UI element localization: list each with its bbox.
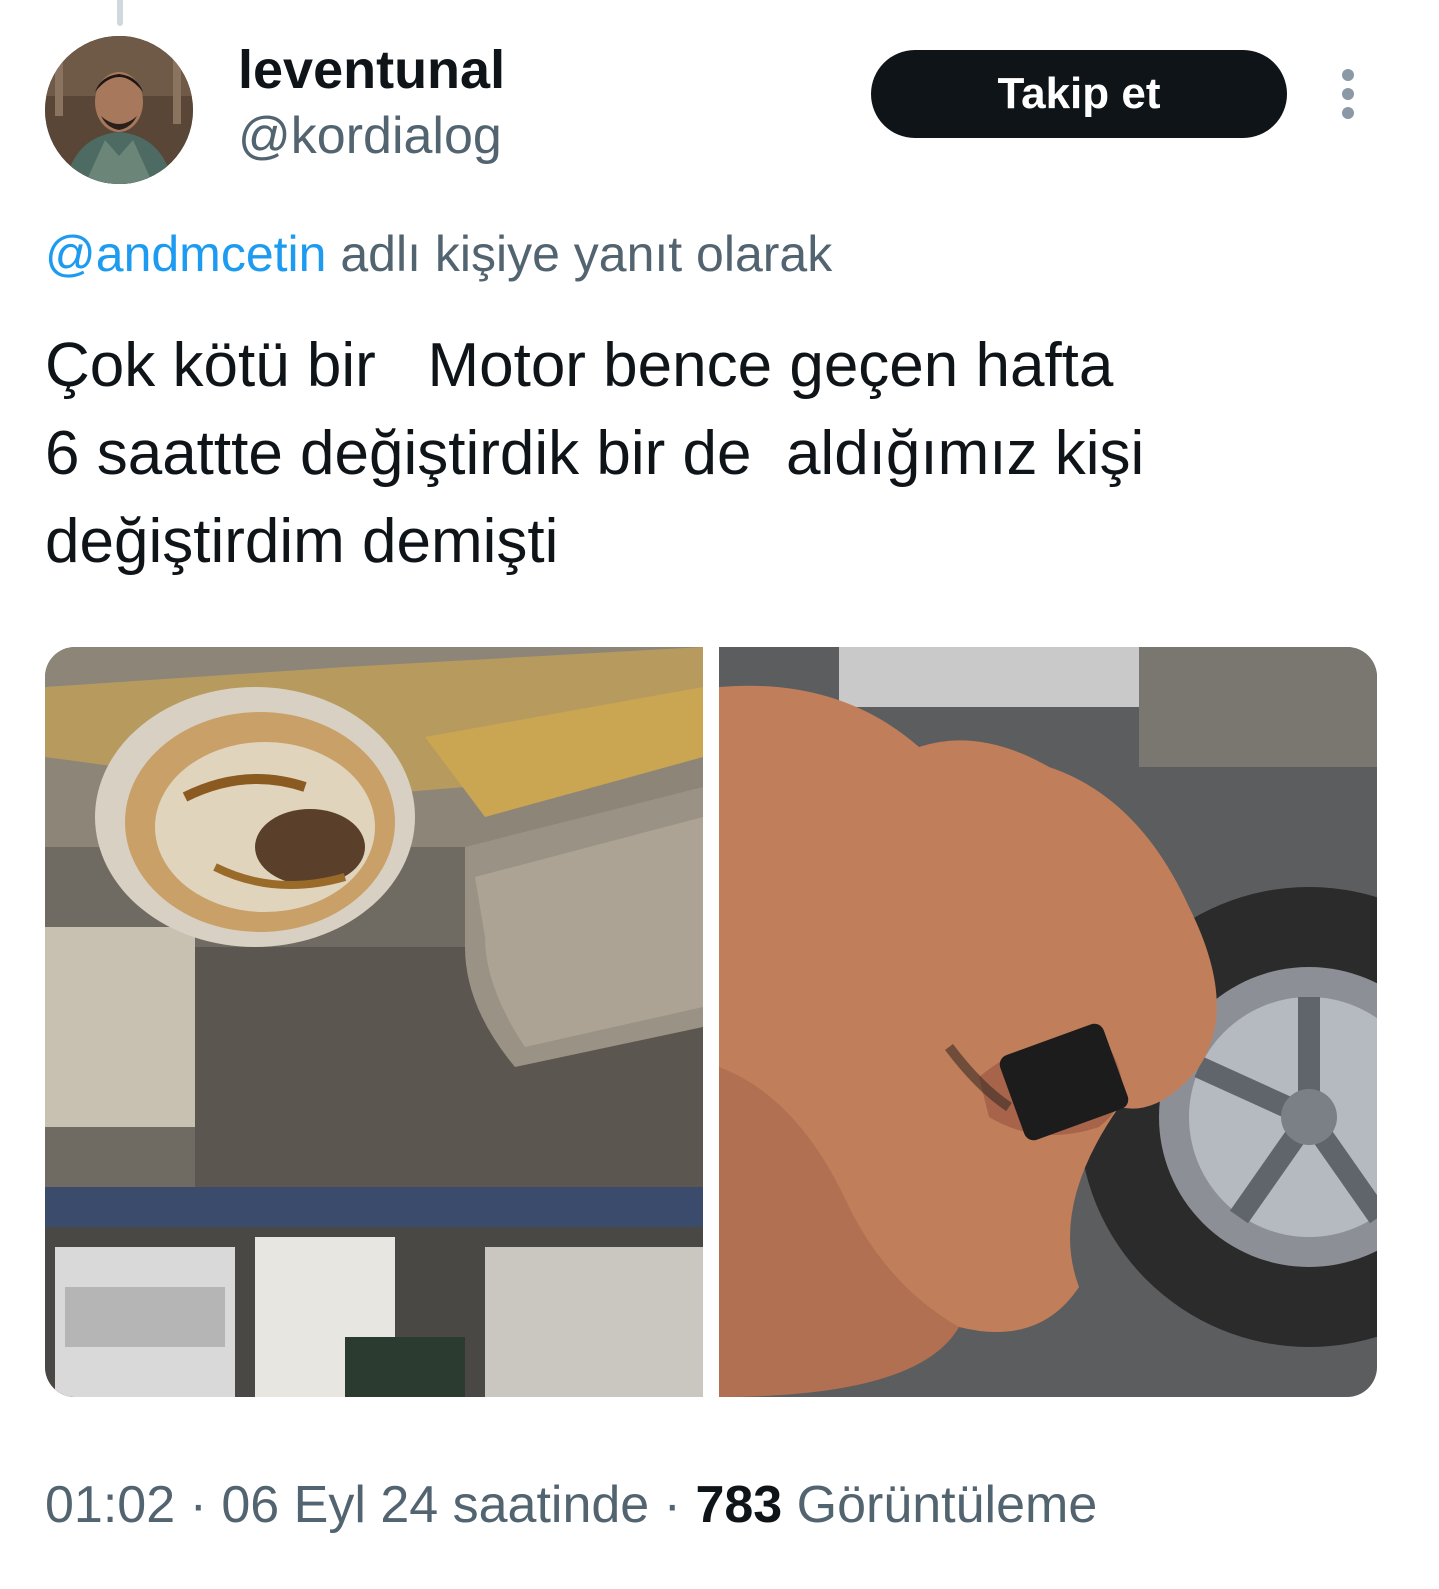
follow-button[interactable]: Takip et [871,50,1287,138]
oil-pan-photo [45,647,703,1397]
tweet-text-line: 6 saattte değiştirdik bir de aldığımız k… [45,419,1145,488]
display-name[interactable]: leventunal [238,40,505,100]
separator-dot: · [175,1476,222,1534]
reply-context-text: adlı kişiye yanıt olarak [326,226,833,282]
views-count: 783 [695,1476,783,1534]
tweet-meta: 01:02 · 06 Eyl 24 saatinde · 783 Görüntü… [45,1470,1097,1540]
views-label: Görüntüleme [782,1476,1098,1534]
more-options-button[interactable] [1322,66,1374,122]
reply-context: @andmcetin adlı kişiye yanıt olarak [45,222,832,286]
separator-dot: · [649,1476,696,1534]
hand-part-photo [719,647,1377,1397]
avatar[interactable] [45,36,193,184]
reply-mention-link[interactable]: @andmcetin [45,226,326,282]
tweet-text: Çok kötü bir Motor bence geçen hafta 6 s… [45,322,1345,586]
media-photo-hand-part[interactable] [719,647,1377,1397]
media-photo-oil-pan[interactable] [45,647,703,1397]
more-vertical-icon [1342,69,1354,119]
tweet-text-line: Çok kötü bir Motor bence geçen hafta [45,331,1114,400]
thread-connector-line [117,0,123,26]
tweet-date[interactable]: 06 Eyl 24 saatinde [221,1476,649,1534]
avatar-image [45,36,193,184]
tweet-time[interactable]: 01:02 [45,1476,175,1534]
media-grid [45,647,1377,1397]
user-handle[interactable]: @kordialog [238,106,502,166]
tweet-text-line: değiştirdim demişti [45,507,559,576]
